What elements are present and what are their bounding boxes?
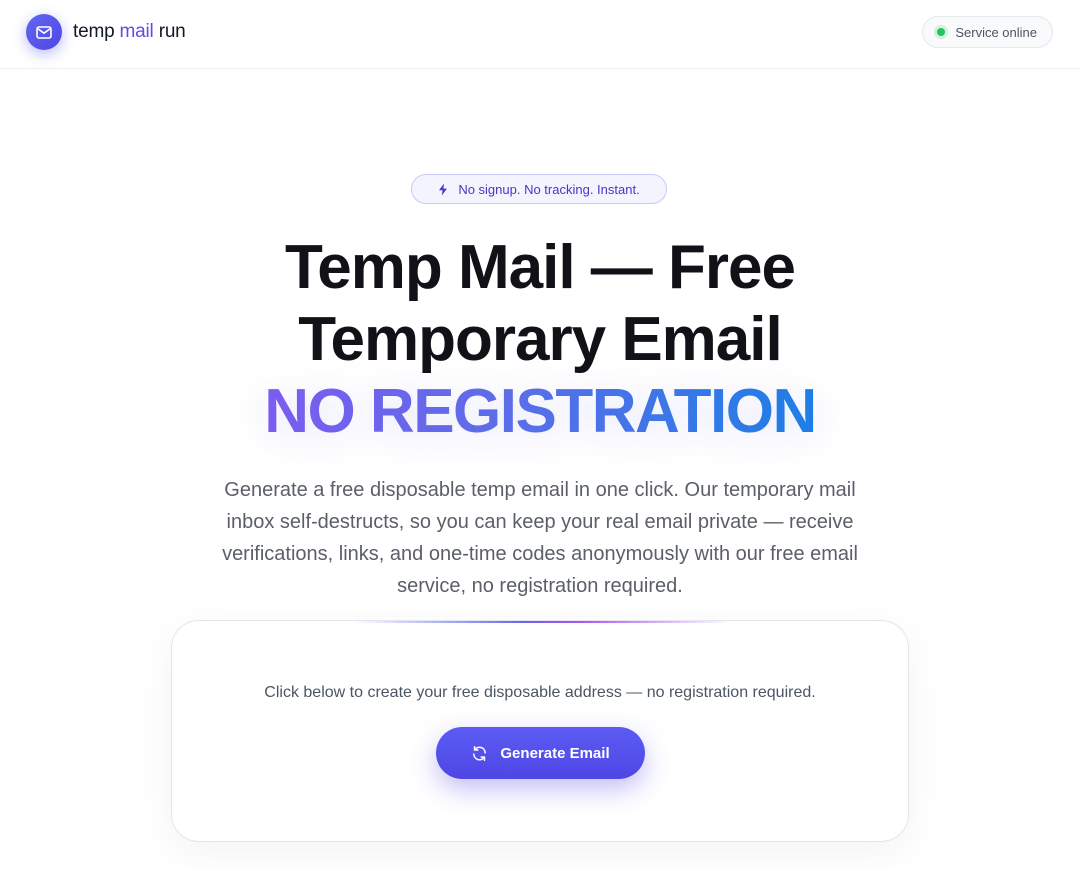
brand-name: temp mail run (73, 21, 186, 43)
brand-logo (26, 14, 62, 50)
title-line-1: Temp Mail — Free (285, 233, 796, 302)
brand-name-part3: run (158, 21, 186, 42)
title-highlight: NO REGISTRATION (264, 377, 817, 446)
email-generator-card: Click below to create your free disposab… (171, 620, 909, 842)
refresh-icon (473, 745, 487, 761)
title-line-2: Temporary Email (298, 305, 782, 374)
mail-icon (36, 25, 52, 39)
site-header: temp mail run Service online (0, 0, 1080, 69)
generate-email-button[interactable]: Generate Email (436, 727, 645, 779)
brand-home-link[interactable]: temp mail run (26, 14, 186, 50)
hero-description: Generate a free disposable temp email in… (222, 479, 858, 597)
card-accent-line (352, 621, 732, 623)
feature-badge: No signup. No tracking. Instant. (411, 174, 667, 204)
page-title: Temp Mail — Free Temporary Email NO REGI… (140, 232, 940, 448)
service-status-label: Service online (955, 24, 1037, 40)
status-dot-icon (937, 28, 946, 36)
generator-prompt: Click below to create your free disposab… (264, 684, 816, 701)
brand-name-part1: temp (73, 21, 115, 42)
brand-name-part2: mail (119, 21, 154, 42)
generate-email-label: Generate Email (500, 744, 610, 762)
lightning-icon (439, 183, 448, 195)
service-status-badge: Service online (922, 16, 1053, 48)
feature-badge-text: No signup. No tracking. Instant. (458, 181, 640, 197)
